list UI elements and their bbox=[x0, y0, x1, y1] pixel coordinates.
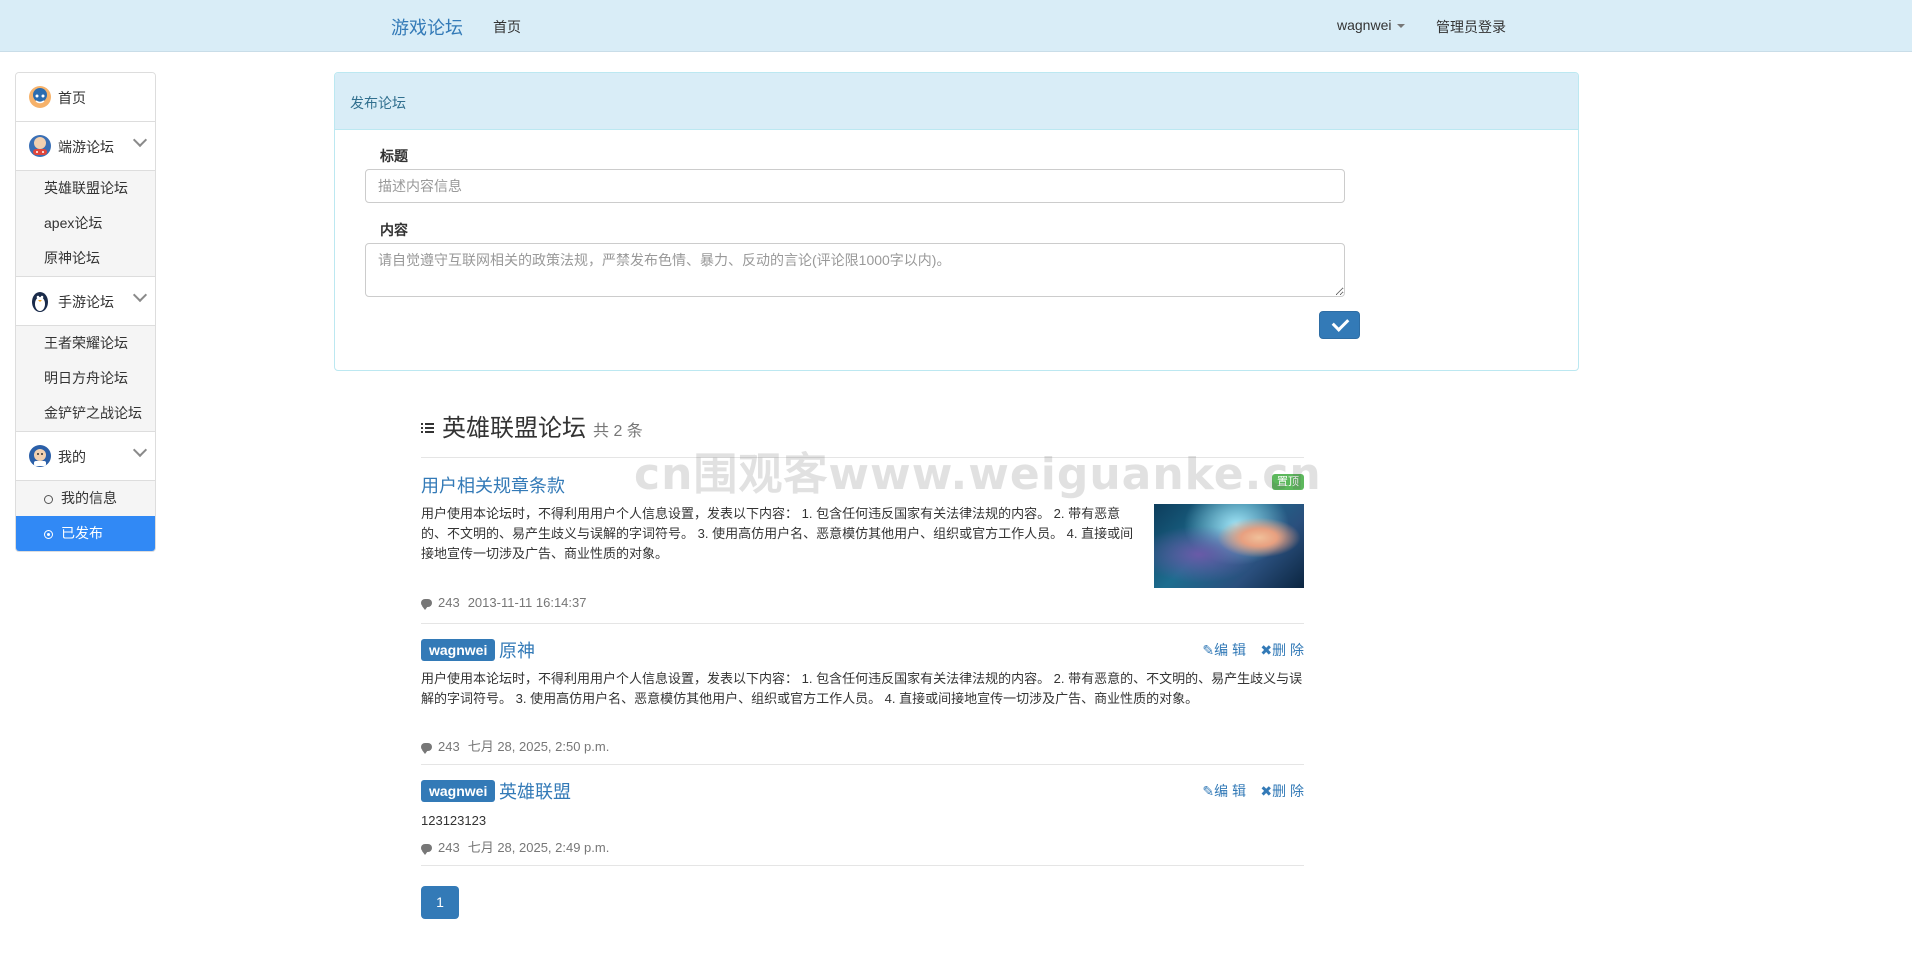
panel-header: 发布论坛 bbox=[335, 73, 1578, 130]
comments-icon bbox=[421, 743, 432, 754]
sidebar-item-home[interactable]: 首页 bbox=[16, 73, 155, 122]
sidebar-item-label: 首页 bbox=[58, 90, 86, 106]
pagination-page-button[interactable]: 1 bbox=[421, 886, 459, 919]
post-time: 七月 28, 2025, 2:50 p.m. bbox=[467, 739, 610, 754]
brand-link[interactable]: 游戏论坛 bbox=[391, 14, 463, 40]
comment-count: 243 bbox=[438, 739, 460, 754]
edit-label: 编 辑 bbox=[1214, 783, 1246, 799]
sidebar-group-label: 端游论坛 bbox=[58, 139, 114, 155]
sidebar-group-pc-games[interactable]: 端游论坛 bbox=[16, 122, 155, 171]
content-label: 内容 bbox=[380, 222, 408, 238]
publish-panel: 发布论坛 标题 内容 bbox=[334, 72, 1579, 371]
post-time: 2013-11-11 16:14:37 bbox=[467, 595, 587, 610]
divider bbox=[421, 865, 1304, 866]
nav-home-link[interactable]: 首页 bbox=[493, 17, 521, 37]
sidebar-item-lol-forum[interactable]: 英雄联盟论坛 bbox=[16, 171, 155, 206]
delete-label: 删 除 bbox=[1272, 642, 1304, 658]
avatar-penguin-icon bbox=[32, 292, 48, 312]
radio-dot-icon bbox=[44, 530, 53, 539]
sidebar-group-mobile-games[interactable]: 手游论坛 bbox=[16, 277, 155, 326]
caret-down-icon bbox=[1397, 24, 1406, 29]
delete-button[interactable]: ✖删 除 bbox=[1260, 640, 1304, 660]
content-textarea[interactable] bbox=[365, 243, 1345, 297]
panel-title: 发布论坛 bbox=[350, 95, 406, 111]
sidebar-item-genshin-forum[interactable]: 原神论坛 bbox=[16, 241, 155, 276]
check-icon bbox=[1331, 314, 1350, 332]
close-icon: ✖ bbox=[1260, 642, 1273, 658]
post-thumbnail-image[interactable] bbox=[1154, 504, 1304, 588]
sidebar-item-honor-of-kings-forum[interactable]: 王者荣耀论坛 bbox=[16, 326, 155, 361]
list-icon bbox=[421, 423, 434, 433]
chevron-down-icon bbox=[132, 132, 148, 148]
sidebar-item-label: 我的信息 bbox=[61, 490, 117, 506]
edit-label: 编 辑 bbox=[1214, 642, 1246, 658]
post-time: 七月 28, 2025, 2:49 p.m. bbox=[467, 840, 610, 855]
avatar-home-icon bbox=[29, 86, 51, 108]
post-excerpt: 用户使用本论坛时，不得利用用户个人信息设置，发表以下内容： 1. 包含任何违反国… bbox=[421, 506, 1134, 561]
title-label: 标题 bbox=[380, 148, 408, 164]
avatar-gamepad-icon bbox=[29, 135, 51, 157]
pinned-badge: 置顶 bbox=[1272, 474, 1304, 490]
sidebar-submenu-mine: 我的信息 已发布 bbox=[16, 481, 155, 551]
avatar-user-icon bbox=[29, 445, 51, 467]
sidebar: 首页 端游论坛 英雄联盟论坛 apex论坛 原神论坛 手游论坛 王者荣耀论坛 明… bbox=[15, 72, 156, 552]
delete-button[interactable]: ✖删 除 bbox=[1260, 781, 1304, 801]
comment-count: 243 bbox=[438, 595, 460, 610]
sidebar-item-apex-forum[interactable]: apex论坛 bbox=[16, 206, 155, 241]
edit-button[interactable]: ✎编 辑 bbox=[1202, 640, 1246, 660]
sidebar-group-mine[interactable]: 我的 bbox=[16, 432, 155, 481]
list-title: 英雄联盟论坛 bbox=[442, 415, 586, 442]
chevron-down-icon bbox=[132, 442, 148, 458]
post-meta: 243 七月 28, 2025, 2:50 p.m. bbox=[421, 736, 609, 755]
admin-login-link[interactable]: 管理员登录 bbox=[1436, 17, 1506, 37]
sidebar-item-tft-forum[interactable]: 金铲铲之战论坛 bbox=[16, 396, 155, 431]
post-item: 用户相关规章条款 置顶 用户使用本论坛时，不得利用用户个人信息设置，发表以下内容… bbox=[421, 457, 1304, 623]
delete-label: 删 除 bbox=[1272, 783, 1304, 799]
post-item: wagnwei 原神 ✎编 辑 ✖删 除 用户使用本论坛时，不得利用用户个人信息… bbox=[421, 623, 1304, 764]
post-excerpt: 用户使用本论坛时，不得利用用户个人信息设置，发表以下内容： 1. 包含任何违反国… bbox=[421, 671, 1303, 706]
post-title-link[interactable]: 用户相关规章条款 bbox=[421, 472, 565, 498]
title-input[interactable] bbox=[365, 169, 1345, 203]
close-icon: ✖ bbox=[1260, 783, 1273, 799]
author-badge: wagnwei bbox=[421, 780, 496, 802]
author-badge: wagnwei bbox=[421, 639, 496, 661]
radio-circle-icon bbox=[44, 495, 53, 504]
post-count: 共 2 条 bbox=[593, 423, 643, 440]
sidebar-item-published[interactable]: 已发布 bbox=[16, 516, 155, 551]
sidebar-item-label: 已发布 bbox=[61, 525, 103, 541]
post-item: wagnwei 英雄联盟 ✎编 辑 ✖删 除 123123123 243 七月 2… bbox=[421, 764, 1304, 865]
post-excerpt: 123123123 bbox=[421, 813, 487, 828]
chevron-down-icon bbox=[132, 287, 148, 303]
top-navbar: 游戏论坛 首页 wagnwei 管理员登录 bbox=[0, 0, 1912, 52]
comments-icon bbox=[421, 599, 432, 610]
username-label: wagnwei bbox=[1337, 17, 1392, 33]
sidebar-group-label: 手游论坛 bbox=[58, 294, 114, 310]
post-meta: 243 2013-11-11 16:14:37 bbox=[421, 595, 587, 610]
post-title-link[interactable]: 原神 bbox=[499, 637, 535, 663]
sidebar-submenu-mobile-games: 王者荣耀论坛 明日方舟论坛 金铲铲之战论坛 bbox=[16, 326, 155, 432]
post-meta: 243 七月 28, 2025, 2:49 p.m. bbox=[421, 837, 609, 856]
pencil-icon: ✎ bbox=[1202, 783, 1215, 799]
sidebar-group-label: 我的 bbox=[58, 449, 86, 465]
post-title-link[interactable]: 英雄联盟 bbox=[499, 778, 571, 804]
edit-button[interactable]: ✎编 辑 bbox=[1202, 781, 1246, 801]
pencil-icon: ✎ bbox=[1202, 642, 1215, 658]
submit-button[interactable] bbox=[1319, 311, 1360, 339]
sidebar-submenu-pc-games: 英雄联盟论坛 apex论坛 原神论坛 bbox=[16, 171, 155, 277]
comment-count: 243 bbox=[438, 840, 460, 855]
comments-icon bbox=[421, 844, 432, 855]
user-dropdown[interactable]: wagnwei bbox=[1337, 17, 1406, 33]
sidebar-item-arknights-forum[interactable]: 明日方舟论坛 bbox=[16, 361, 155, 396]
sidebar-item-my-info[interactable]: 我的信息 bbox=[16, 481, 155, 516]
